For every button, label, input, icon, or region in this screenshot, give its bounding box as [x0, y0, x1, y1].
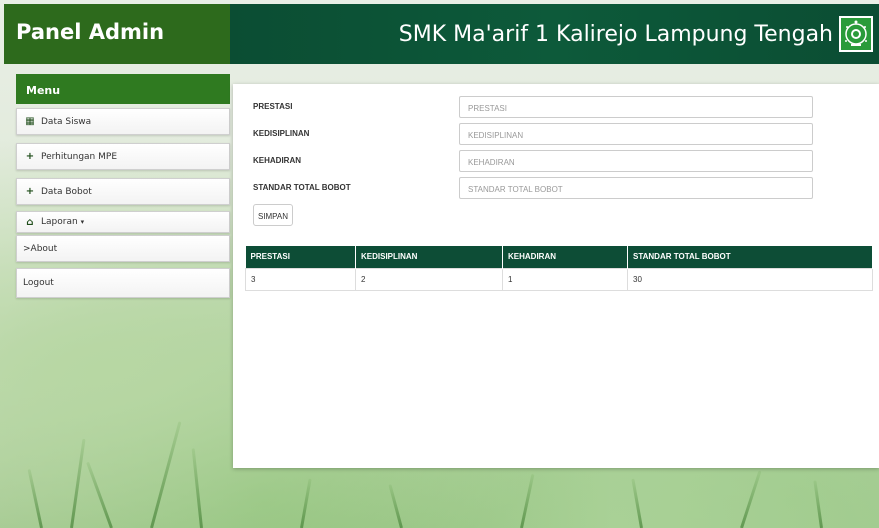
standar-total-bobot-label: STANDAR TOTAL BOBOT	[253, 183, 351, 192]
bank-icon: ⌂	[26, 216, 34, 228]
plus-icon: +	[25, 151, 35, 162]
sidebar-item-data-siswa[interactable]: ▦ Data Siswa	[16, 108, 230, 135]
sidebar-item-label: Perhitungan MPE	[41, 151, 117, 162]
table-cell: 2	[355, 267, 503, 291]
kehadiran-input[interactable]: KEHADIRAN	[459, 150, 813, 172]
column-header-kedisiplinan: KEDISIPLINAN	[355, 246, 503, 268]
bobot-table: PRESTASI KEDISIPLINAN KEHADIRAN STANDAR …	[245, 246, 873, 291]
menu-title: Menu	[16, 74, 230, 104]
grid-icon: ▦	[25, 116, 35, 127]
sidebar-item-data-bobot[interactable]: + Data Bobot	[16, 178, 230, 205]
form-row-kedisiplinan: KEDISIPLINAN KEDISIPLINAN	[253, 123, 853, 145]
table-header-row: PRESTASI KEDISIPLINAN KEHADIRAN STANDAR …	[245, 246, 873, 268]
top-header: Panel Admin SMK Ma'arif 1 Kalirejo Lampu…	[4, 4, 879, 64]
standar-total-bobot-input[interactable]: STANDAR TOTAL BOBOT	[459, 177, 813, 199]
school-emblem-icon	[839, 16, 873, 52]
sidebar-item-laporan[interactable]: ⌂ Laporan ▾	[16, 211, 230, 233]
column-header-prestasi: PRESTASI	[245, 246, 356, 268]
sidebar-item-label: Logout	[23, 278, 54, 288]
sidebar-item-label: >About	[23, 243, 58, 254]
table-cell: 30	[627, 267, 873, 291]
prestasi-input[interactable]: PRESTASI	[459, 96, 813, 118]
column-header-kehadiran: KEHADIRAN	[502, 246, 628, 268]
sidebar-item-about[interactable]: >About	[16, 235, 230, 262]
table-cell: 3	[245, 267, 356, 291]
sidebar: Menu ▦ Data Siswa + Perhitungan MPE + Da…	[16, 74, 230, 298]
brand-title[interactable]: Panel Admin	[4, 4, 230, 64]
sidebar-item-logout[interactable]: Logout	[16, 268, 230, 298]
school-name: SMK Ma'arif 1 Kalirejo Lampung Tengah	[398, 21, 833, 47]
form-row-standar-total-bobot: STANDAR TOTAL BOBOT STANDAR TOTAL BOBOT	[253, 177, 853, 199]
column-header-standar-total-bobot: STANDAR TOTAL BOBOT	[627, 246, 873, 268]
kedisiplinan-input[interactable]: KEDISIPLINAN	[459, 123, 813, 145]
kedisiplinan-label: KEDISIPLINAN	[253, 129, 310, 138]
table-cell: 1	[502, 267, 628, 291]
kehadiran-label: KEHADIRAN	[253, 156, 301, 165]
table-row: 3 2 1 30	[245, 267, 873, 291]
main-panel: PRESTASI PRESTASI KEDISIPLINAN KEDISIPLI…	[233, 84, 879, 468]
form-row-kehadiran: KEHADIRAN KEHADIRAN	[253, 150, 853, 172]
sidebar-item-perhitungan-mpe[interactable]: + Perhitungan MPE	[16, 143, 230, 170]
prestasi-label: PRESTASI	[253, 102, 293, 111]
sidebar-item-label: Data Bobot	[41, 186, 92, 197]
sidebar-item-label: Data Siswa	[41, 116, 92, 127]
sidebar-item-label: Laporan	[41, 217, 78, 227]
chevron-down-icon: ▾	[80, 218, 85, 226]
top-bar: SMK Ma'arif 1 Kalirejo Lampung Tengah	[230, 4, 879, 64]
simpan-button[interactable]: SIMPAN	[253, 204, 293, 226]
plus-icon: +	[25, 186, 35, 197]
form-row-prestasi: PRESTASI PRESTASI	[253, 96, 853, 118]
